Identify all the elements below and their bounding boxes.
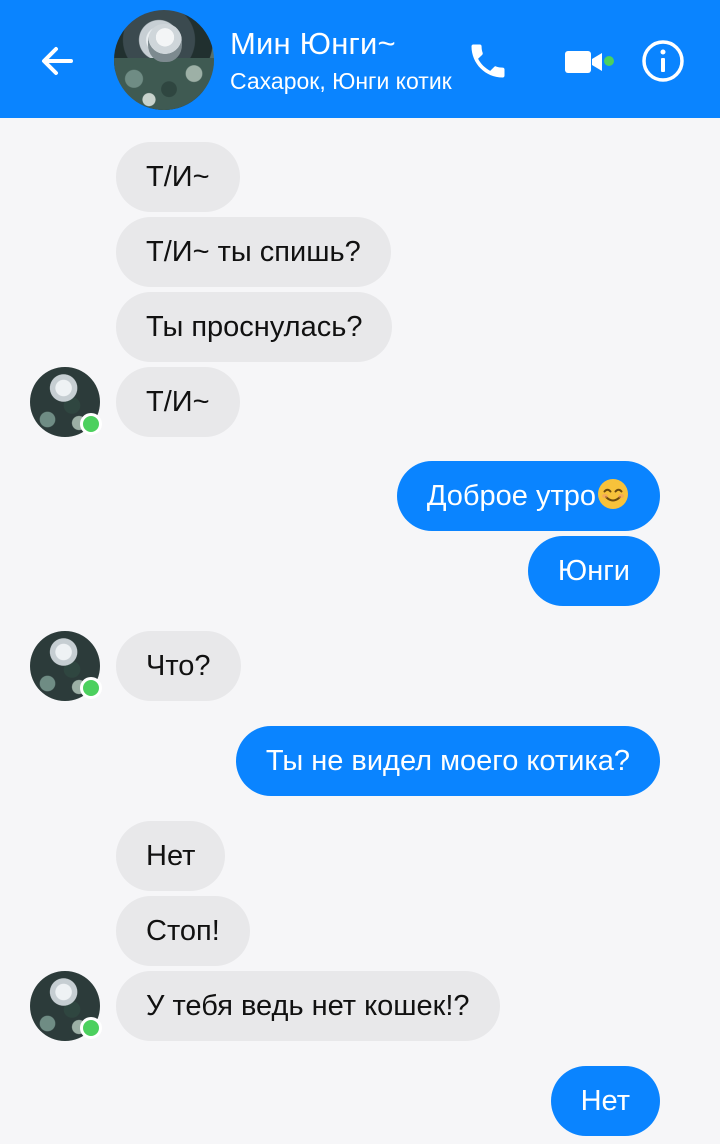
info-button[interactable] (638, 36, 688, 86)
message-text: Доброе утро (426, 480, 596, 512)
contact-avatar[interactable] (114, 10, 214, 110)
message-incoming[interactable]: Ты проснулась? (116, 292, 393, 362)
online-status-dot (80, 413, 102, 435)
video-camera-icon (565, 51, 602, 73)
smiling-face-emoji (598, 479, 628, 509)
message-incoming[interactable]: Т/И~ (116, 142, 240, 212)
sender-avatar[interactable] (30, 971, 102, 1041)
phone-icon (471, 44, 505, 78)
message-incoming[interactable]: У тебя ведь нет кошек!? (116, 971, 500, 1041)
call-button[interactable] (462, 36, 514, 86)
video-call-button[interactable] (552, 42, 616, 82)
message-incoming[interactable]: Что? (116, 631, 241, 701)
message-incoming[interactable]: Т/И~ ты спишь? (116, 217, 391, 287)
chat-header: Мин Юнги~ Сахарок, Юнги котик (0, 0, 720, 118)
online-status-dot (80, 1017, 102, 1039)
sender-avatar[interactable] (30, 631, 102, 701)
message-outgoing[interactable]: Доброе утро (396, 461, 660, 531)
info-icon (642, 40, 684, 82)
message-outgoing[interactable]: Юнги (527, 536, 660, 606)
message-incoming[interactable]: Т/И~ (116, 367, 240, 437)
message-thread[interactable]: Т/И~ Т/И~ ты спишь? Ты проснулась? Т/И~ … (0, 118, 720, 1144)
back-arrow-icon (42, 47, 73, 75)
contact-nicknames: Сахарок, Юнги котик (230, 68, 452, 94)
message-incoming[interactable]: Стоп! (116, 896, 250, 966)
message-incoming[interactable]: Нет (116, 821, 226, 891)
message-outgoing[interactable]: Ты не видел моего котика? (235, 726, 660, 796)
video-online-dot (604, 56, 614, 66)
sender-avatar[interactable] (30, 367, 102, 437)
message-outgoing[interactable]: Нет (550, 1066, 660, 1136)
online-status-dot (80, 677, 102, 699)
avatar-jacket (114, 58, 214, 110)
back-button[interactable] (34, 38, 80, 84)
contact-info[interactable]: Мин Юнги~ Сахарок, Юнги котик (230, 26, 452, 96)
avatar-face (148, 24, 182, 62)
contact-name: Мин Юнги~ (230, 26, 396, 61)
